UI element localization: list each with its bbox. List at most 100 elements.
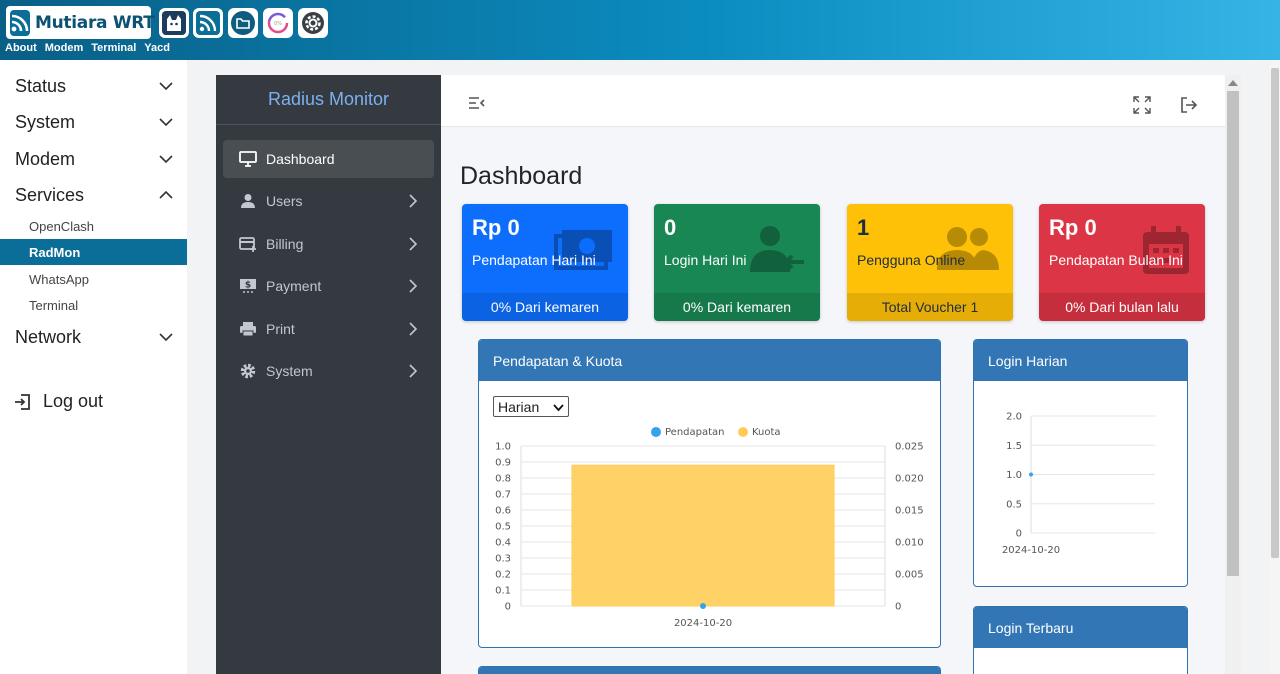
- calendar-icon: [1143, 226, 1189, 274]
- chart-y-ticks: 0 0.5 1.0 1.5 2.0: [1006, 412, 1022, 540]
- brand-name: Mutiara WRT: [35, 12, 155, 33]
- bar-kuota: [571, 464, 835, 607]
- site-sidebar: Status System Modem Services OpenClash R…: [0, 60, 187, 674]
- monitor-icon: [238, 150, 258, 168]
- stat-label: Login Hari Ini: [664, 252, 747, 268]
- app-logout-button[interactable]: [1179, 95, 1199, 115]
- sidebar-item-modem[interactable]: Modem: [0, 145, 187, 173]
- chevron-down-icon: [159, 118, 173, 127]
- frame-scrollbar[interactable]: [1225, 75, 1241, 674]
- sidebar-item-status[interactable]: Status: [0, 72, 187, 100]
- left-tick-label: 0.5: [495, 522, 511, 533]
- y-tick-label: 0: [1016, 529, 1022, 540]
- sidebar-item-label: Modem: [15, 148, 76, 169]
- sidebar-subitem-whatsapp[interactable]: WhatsApp: [0, 266, 187, 292]
- user-icon: [238, 192, 258, 210]
- chevron-down-icon: [159, 155, 173, 164]
- menu-dashboard[interactable]: Dashboard: [223, 140, 434, 178]
- legend-swatch: [651, 427, 661, 437]
- sign-out-icon: [1181, 97, 1198, 113]
- chart-right-ticks: 0 0.005 0.010 0.015 0.020 0.025: [895, 442, 924, 613]
- settings-gear-icon[interactable]: [298, 8, 328, 38]
- sidebar-item-label: System: [15, 111, 76, 132]
- menu-label: Users: [266, 193, 303, 209]
- chart-x-ticks: 2024-10-20: [674, 618, 732, 629]
- chart-left-ticks: 0 0.1 0.2 0.3 0.4 0.5 0.6 0.7 0.8 0.9 1.0: [495, 442, 511, 613]
- stat-value: 1: [857, 215, 870, 240]
- fullscreen-button[interactable]: [1132, 95, 1152, 115]
- fullscreen-icon: [1133, 96, 1151, 114]
- scrollbar-thumb[interactable]: [1227, 91, 1239, 576]
- point-login: [1029, 472, 1033, 477]
- billing-card-icon: [238, 235, 258, 253]
- stat-footer[interactable]: 0% Dari bulan lalu: [1039, 293, 1205, 321]
- chevron-right-icon: [409, 194, 418, 208]
- revenue-quota-chart: 0 0.1 0.2 0.3 0.4 0.5 0.6 0.7 0.8 0.9 1.0 0 0.005 0.…: [495, 427, 924, 629]
- scrollbar-thumb[interactable]: [1271, 68, 1279, 558]
- stat-daily-revenue: Rp 0 Pendapatan Hari Ini 0% Dari kemaren: [462, 204, 628, 321]
- top-nav: About Modem Terminal Yacd: [5, 42, 170, 54]
- radmon-frame: Radius Monitor Dashboard Users Billing $…: [216, 75, 1225, 674]
- sidebar-item-system[interactable]: System: [0, 108, 187, 136]
- menu-billing[interactable]: Billing: [223, 225, 434, 263]
- chevron-right-icon: [409, 237, 418, 251]
- chart-line-points: [1029, 472, 1033, 477]
- sidebar-subitem-terminal[interactable]: Terminal: [0, 292, 187, 318]
- right-tick-label: 0.005: [895, 570, 924, 581]
- nav-modem[interactable]: Modem: [45, 42, 84, 54]
- chevron-right-icon: [409, 279, 418, 293]
- stat-daily-login: 0 Login Hari Ini 0% Dari kemaren: [654, 204, 820, 321]
- speed-gauge-icon[interactable]: 0%: [263, 8, 293, 38]
- menu-users[interactable]: Users: [223, 182, 434, 220]
- menu-print[interactable]: Print: [223, 310, 434, 348]
- chart-legend[interactable]: Pendapatan Kuota: [651, 427, 781, 438]
- menu-label: Payment: [266, 278, 322, 294]
- menu-payment[interactable]: $ Payment: [223, 267, 434, 305]
- folder-icon[interactable]: [228, 8, 258, 38]
- chart-bars: [571, 464, 835, 607]
- stat-value: Rp 0: [1049, 215, 1097, 240]
- sidebar-toggle-button[interactable]: [467, 93, 487, 113]
- clash-cat-icon[interactable]: [159, 8, 189, 38]
- logout-label: Log out: [43, 391, 104, 411]
- x-tick-label: 2024-10-20: [674, 618, 732, 629]
- nav-terminal[interactable]: Terminal: [91, 42, 136, 54]
- sidebar-subitem-radmon[interactable]: RadMon: [0, 239, 187, 265]
- sidebar-subitem-openclash[interactable]: OpenClash: [0, 213, 187, 239]
- app-header: [441, 75, 1225, 127]
- right-tick-label: 0.010: [895, 538, 924, 549]
- menu-label: Dashboard: [266, 151, 335, 167]
- left-tick-label: 0.3: [495, 554, 511, 565]
- scroll-up-arrow-icon[interactable]: [1228, 80, 1238, 86]
- card-title: Pendapatan & Kuota: [479, 340, 940, 381]
- stat-footer[interactable]: 0% Dari kemaren: [462, 293, 628, 321]
- rss-feed-icon[interactable]: [193, 8, 223, 38]
- app-title[interactable]: Radius Monitor: [216, 75, 441, 125]
- left-tick-label: 0.4: [495, 538, 511, 549]
- sidebar-item-network[interactable]: Network: [0, 323, 187, 351]
- stat-footer[interactable]: 0% Dari kemaren: [654, 293, 820, 321]
- menu-system[interactable]: System: [223, 352, 434, 390]
- y-tick-label: 1.0: [1006, 470, 1022, 481]
- menu-label: Print: [266, 321, 295, 337]
- sidebar-item-services[interactable]: Services: [0, 181, 187, 209]
- logout-link[interactable]: Log out: [13, 391, 103, 412]
- menu-label: Billing: [266, 236, 304, 252]
- left-tick-label: 0.7: [495, 490, 511, 501]
- nav-about[interactable]: About: [5, 42, 37, 54]
- stat-footer[interactable]: Total Voucher 1: [847, 293, 1013, 321]
- svg-text:$: $: [245, 281, 251, 291]
- right-tick-label: 0: [895, 602, 901, 613]
- right-tick-label: 0.015: [895, 506, 924, 517]
- logout-icon: [15, 393, 30, 410]
- left-tick-label: 0.2: [495, 570, 511, 581]
- menu-label: System: [266, 363, 313, 379]
- brand-logo[interactable]: Mutiara WRT: [6, 6, 155, 39]
- left-tick-label: 0.1: [495, 586, 511, 597]
- stat-value: 0: [664, 215, 677, 240]
- left-tick-label: 0.9: [495, 458, 511, 469]
- sidebar-item-label: Status: [15, 75, 67, 96]
- card-title: Login Harian: [974, 340, 1187, 381]
- nav-yacd[interactable]: Yacd: [144, 42, 170, 54]
- page-scrollbar[interactable]: [1270, 60, 1280, 674]
